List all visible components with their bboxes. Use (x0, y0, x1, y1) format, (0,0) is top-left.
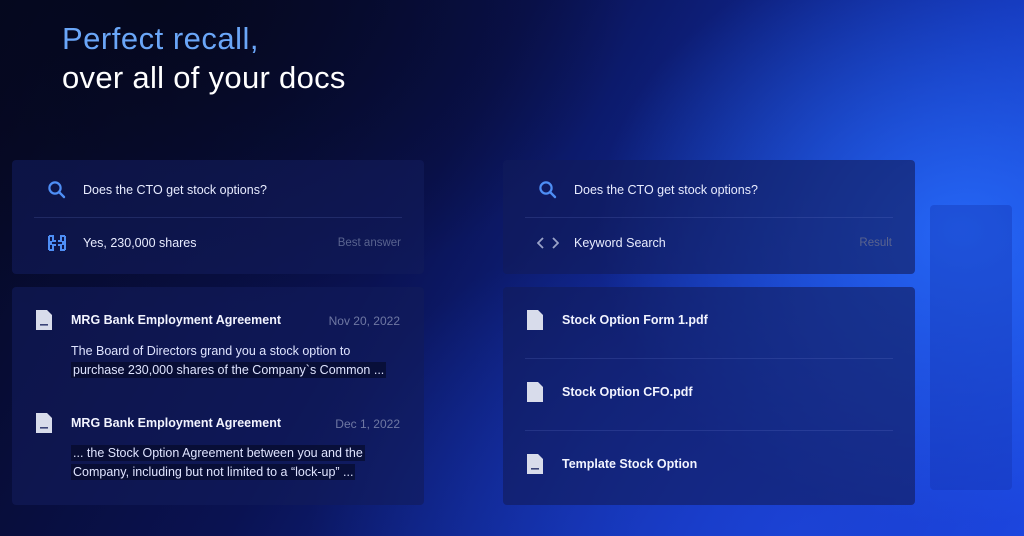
search-icon (45, 180, 69, 200)
background-card (930, 205, 1012, 490)
result-snippet-highlight: purchase 230,000 shares of the Company`s… (71, 362, 387, 378)
result-snippet-highlight: ... the Stock Option Agreement between y… (71, 445, 365, 461)
answer-meta-label: Best answer (337, 237, 401, 249)
result-snippet: The Board of Directors grand you a stock… (71, 342, 387, 380)
search-query-text: Does the CTO get stock options? (83, 183, 267, 197)
result-date: Dec 1, 2022 (335, 417, 400, 431)
result-snippet: ... the Stock Option Agreement between y… (71, 444, 365, 482)
search-row[interactable]: Does the CTO get stock options? (503, 165, 915, 215)
document-icon (36, 413, 52, 433)
ai-search-query-panel: Does the CTO get stock options? Yes, 230… (12, 160, 424, 274)
search-row[interactable]: Does the CTO get stock options? (12, 165, 424, 215)
file-name: Stock Option CFO.pdf (562, 385, 693, 399)
keyword-results-panel: Stock Option Form 1.pdf Stock Option CFO… (503, 287, 915, 505)
search-icon (536, 180, 560, 200)
document-icon (36, 310, 52, 330)
result-title: MRG Bank Employment Agreement (71, 416, 281, 430)
file-name: Stock Option Form 1.pdf (562, 313, 708, 327)
search-mode-text: Keyword Search (574, 236, 666, 250)
headline-line-1: Perfect recall, (62, 21, 260, 56)
result-date: Nov 20, 2022 (328, 314, 400, 328)
result-title: MRG Bank Employment Agreement (71, 313, 281, 327)
answer-row[interactable]: Yes, 230,000 shares Best answer (12, 218, 424, 268)
keyword-search-query-panel: Does the CTO get stock options? Keyword … (503, 160, 915, 274)
divider (525, 430, 893, 431)
divider (525, 358, 893, 359)
headline-line-2: over all of your docs (62, 60, 346, 95)
file-name: Template Stock Option (562, 457, 698, 471)
ai-results-panel: MRG Bank Employment Agreement Nov 20, 20… (12, 287, 424, 505)
code-brackets-icon (536, 236, 560, 250)
result-snippet-line: The Board of Directors grand you a stock… (71, 344, 351, 358)
result-snippet-highlight: Company, including but not limited to a … (71, 464, 356, 480)
document-icon (527, 382, 543, 402)
mode-row[interactable]: Keyword Search Result (503, 218, 915, 268)
brand-logo-icon (45, 233, 69, 253)
answer-text: Yes, 230,000 shares (83, 236, 197, 250)
document-icon (527, 454, 543, 474)
headline: Perfect recall, over all of your docs (62, 20, 346, 98)
search-query-text: Does the CTO get stock options? (574, 183, 758, 197)
document-icon (527, 310, 543, 330)
mode-meta-label: Result (859, 237, 892, 249)
